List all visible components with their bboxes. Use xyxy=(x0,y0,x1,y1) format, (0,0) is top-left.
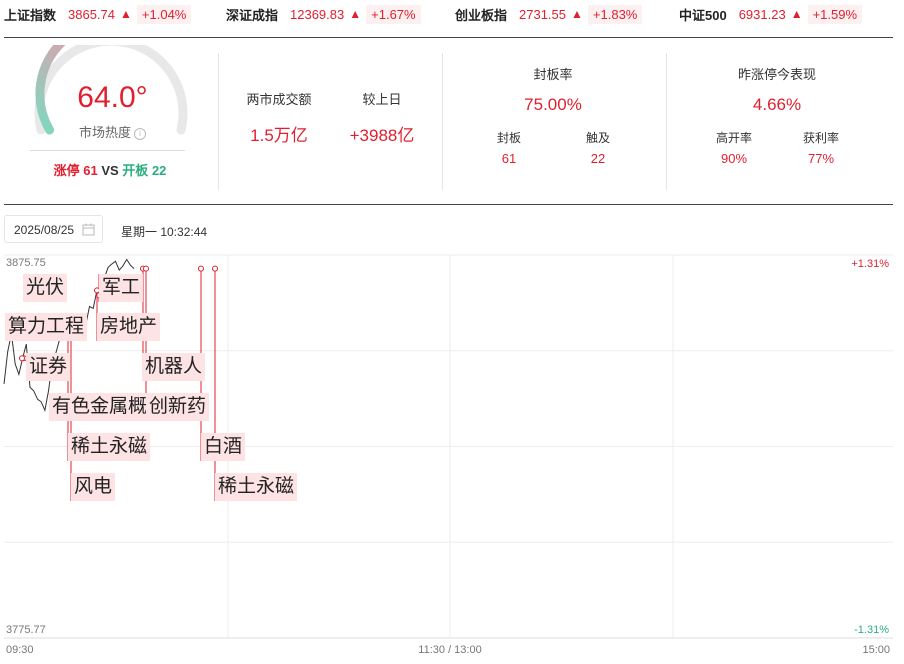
sealed-label: 封板 xyxy=(496,131,521,145)
pct-max-label: +1.31% xyxy=(851,258,889,270)
turnover-value: 1.5万亿 xyxy=(250,126,308,145)
compare-label: 较上日 xyxy=(362,92,402,107)
sector-tag[interactable]: 白酒 xyxy=(201,433,246,461)
open-count: 22 xyxy=(151,163,167,178)
index-item[interactable]: 中证500 6931.23 ▲ +1.59% xyxy=(679,3,863,25)
yesterday-label: 昨涨停今表现 xyxy=(737,67,816,82)
index-name: 深证成指 xyxy=(226,7,279,23)
limit-up-vs-open: 涨停 61 VS 开板 22 xyxy=(0,160,220,179)
sector-marker-dot xyxy=(198,265,204,272)
up-arrow-icon: ▲ xyxy=(349,7,362,21)
info-icon[interactable]: i xyxy=(134,127,146,140)
sealed-value: 61 xyxy=(501,151,517,166)
sector-marker-dot xyxy=(143,265,149,272)
touched-value: 22 xyxy=(590,151,606,166)
index-name: 中证500 xyxy=(679,7,727,23)
sector-marker-dot xyxy=(212,265,218,272)
profit-label: 获利率 xyxy=(802,131,839,145)
x-tick-label: 15:00 xyxy=(862,644,890,656)
yesterday-value: 4.66% xyxy=(752,95,802,114)
x-tick-label: 11:30 / 13:00 xyxy=(418,644,481,656)
seal-rate-label: 封板率 xyxy=(533,67,573,82)
x-tick-label: 09:30 xyxy=(6,644,34,656)
divider xyxy=(4,204,893,205)
high-open-label: 高开率 xyxy=(715,131,752,145)
limit-up-count: 61 xyxy=(83,163,98,178)
index-change-badge: +1.59% xyxy=(807,4,863,24)
sector-tag[interactable]: 创新药 xyxy=(146,393,210,421)
index-item[interactable]: 深证成指 12369.83 ▲ +1.67% xyxy=(226,3,421,25)
seal-rate-value: 75.00% xyxy=(524,95,582,114)
open-label: 开板 xyxy=(122,163,149,178)
sector-tag[interactable]: 机器人 xyxy=(142,353,206,381)
turnover-label: 两市成交额 xyxy=(246,92,312,107)
index-value: 6931.23 xyxy=(738,6,786,22)
divider xyxy=(218,53,219,190)
up-arrow-icon: ▲ xyxy=(571,7,583,21)
divider xyxy=(4,37,893,38)
sector-tag[interactable]: 稀土永磁 xyxy=(68,433,151,461)
heat-value: 64.0° xyxy=(77,81,148,114)
pct-min-label: -1.31% xyxy=(854,624,889,636)
up-arrow-icon: ▲ xyxy=(120,7,132,21)
index-bar: 上证指数 3865.74 ▲ +1.04% 深证成指 12369.83 ▲ +1… xyxy=(0,0,904,30)
date-value: 2025/08/25 xyxy=(14,223,75,237)
sector-tag[interactable]: 有色金属概 xyxy=(49,393,151,421)
sector-tag[interactable]: 稀土永磁 xyxy=(215,473,298,501)
profit-value: 77% xyxy=(807,151,835,166)
index-name: 创业板指 xyxy=(455,7,508,23)
sector-marker-dot xyxy=(19,355,25,362)
index-change-badge: +1.67% xyxy=(366,4,421,24)
divider xyxy=(666,53,667,190)
index-item[interactable]: 上证指数 3865.74 ▲ +1.04% xyxy=(4,3,192,25)
index-change-badge: +1.04% xyxy=(136,4,192,24)
sector-tag[interactable]: 光伏 xyxy=(23,274,68,302)
limit-up-label: 涨停 xyxy=(53,163,80,178)
sector-tag[interactable]: 算力工程 xyxy=(5,313,88,341)
date-picker[interactable]: 2025/08/25 xyxy=(4,215,103,243)
divider xyxy=(442,53,443,190)
intraday-chart[interactable]: 3875.75 3775.77 +1.31% -1.31% 09:30 11:30 / 1… xyxy=(0,254,904,664)
index-value: 12369.83 xyxy=(290,6,345,22)
compare-value: +3988亿 xyxy=(349,126,415,145)
index-name: 上证指数 xyxy=(4,7,57,23)
y-min-label: 3775.77 xyxy=(6,624,46,636)
index-change-badge: +1.83% xyxy=(587,4,643,24)
vs-label: VS xyxy=(101,163,119,178)
index-value: 3865.74 xyxy=(68,6,116,22)
touched-label: 触及 xyxy=(585,131,610,145)
up-arrow-icon: ▲ xyxy=(790,7,803,21)
sector-tag[interactable]: 房地产 xyxy=(97,313,161,341)
index-value: 2731.55 xyxy=(519,6,567,22)
sector-tag[interactable]: 证券 xyxy=(26,353,71,381)
heat-label-row: 市场热度 i xyxy=(20,122,205,141)
calendar-icon xyxy=(82,223,95,236)
divider xyxy=(30,150,185,151)
index-item[interactable]: 创业板指 2731.55 ▲ +1.83% xyxy=(455,3,643,25)
y-max-label: 3875.75 xyxy=(6,257,46,269)
sector-tag[interactable]: 风电 xyxy=(71,473,116,501)
heat-label: 市场热度 xyxy=(78,125,131,140)
high-open-value: 90% xyxy=(720,151,748,166)
weekday-time: 星期一 10:32:44 xyxy=(121,225,208,239)
sector-tag[interactable]: 军工 xyxy=(99,274,144,302)
